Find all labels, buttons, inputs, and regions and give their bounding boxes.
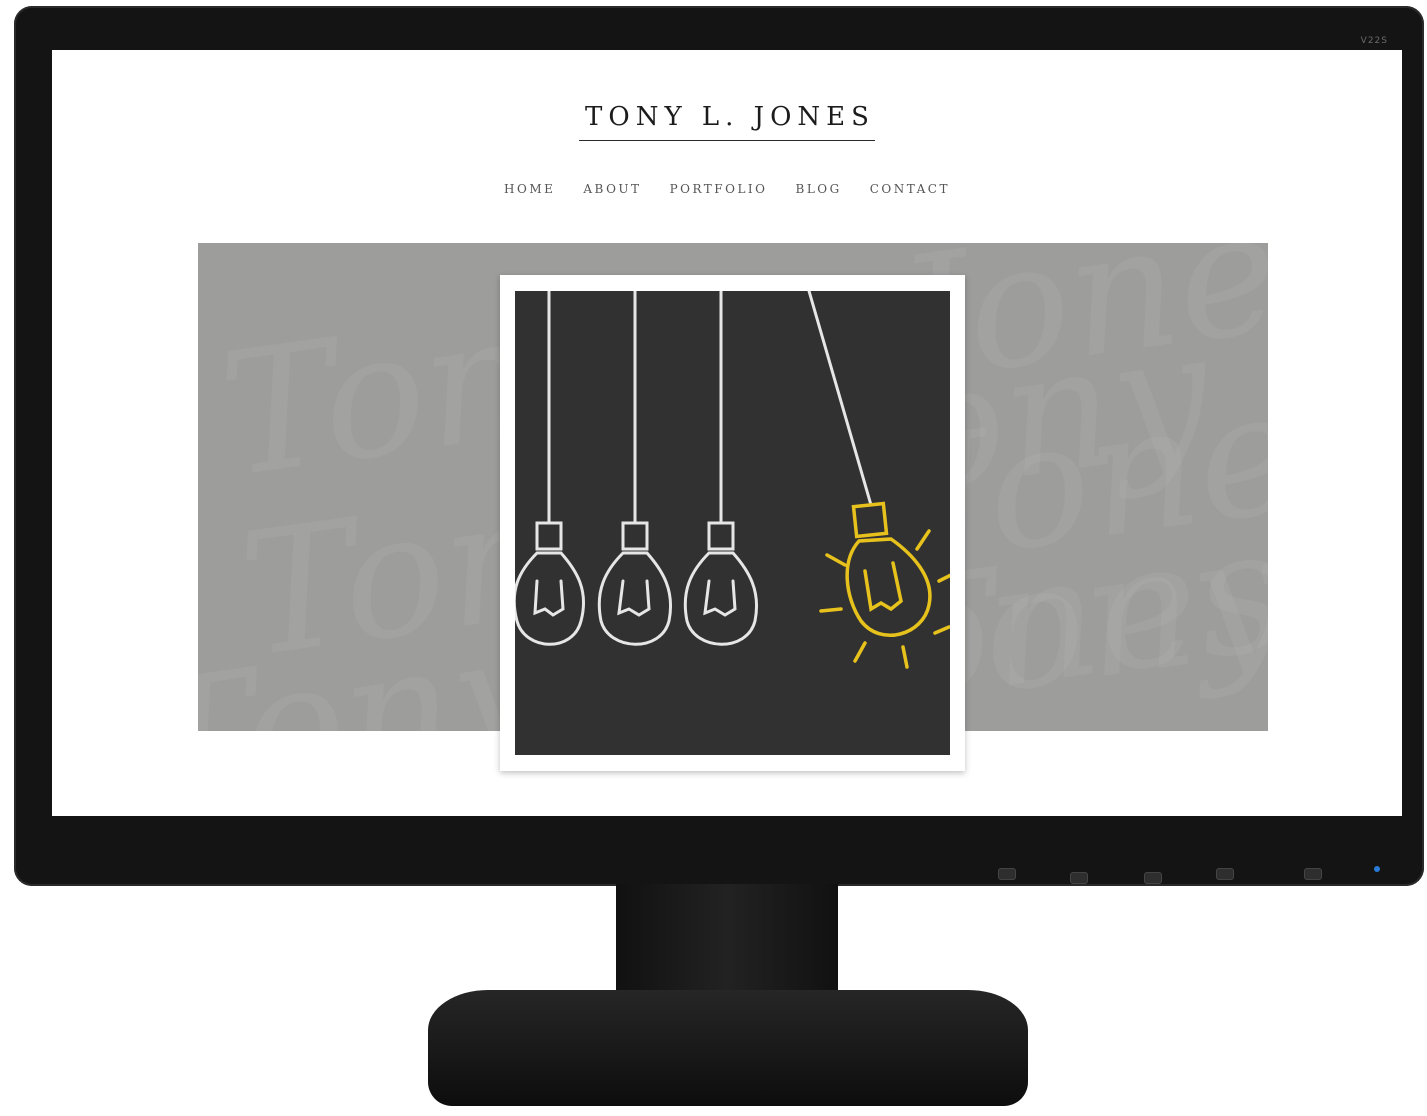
bulb-socket — [535, 521, 563, 551]
bulb-cord — [807, 291, 873, 507]
light-ray — [933, 625, 950, 635]
nav-about[interactable]: ABOUT — [583, 182, 641, 196]
bulb-outline — [515, 551, 586, 646]
light-ray — [901, 645, 909, 669]
bulb-filament — [703, 579, 737, 617]
screen: TONY L. JONES HOME ABOUT PORTFOLIO BLOG … — [52, 50, 1402, 816]
nav-portfolio[interactable]: PORTFOLIO — [670, 182, 768, 196]
power-led — [1374, 866, 1380, 872]
lightbulbs-illustration — [515, 291, 950, 669]
monitor-model-label: V22S — [1360, 36, 1388, 46]
light-ray — [819, 607, 843, 613]
bulb-filament-lit — [863, 561, 903, 612]
bulb-outline — [683, 551, 758, 646]
monitor-stand-base — [428, 990, 1028, 1106]
bulb-filament — [617, 579, 651, 617]
main-nav: HOME ABOUT PORTFOLIO BLOG CONTACT — [52, 182, 1402, 196]
bulb-socket — [621, 521, 649, 551]
bulb-outline-lit — [845, 537, 932, 637]
plus-button[interactable] — [1144, 872, 1162, 884]
nav-contact[interactable]: CONTACT — [870, 182, 950, 196]
bulb-socket — [707, 521, 735, 551]
power-button[interactable] — [1304, 868, 1322, 880]
light-ray — [915, 529, 931, 551]
nav-blog[interactable]: BLOG — [796, 182, 842, 196]
light-ray — [937, 573, 950, 583]
bulb-filament — [533, 579, 565, 617]
minus-button[interactable] — [1070, 872, 1088, 884]
site-title: TONY L. JONES — [52, 95, 1402, 141]
monitor-bezel: V22S TONY L. JONES HOME ABOUT PORTFOLIO … — [14, 6, 1424, 886]
nav-home[interactable]: HOME — [504, 182, 555, 196]
bulb-outline — [597, 551, 672, 646]
light-ray — [853, 641, 867, 663]
lightbulbs-chalkboard-icon — [515, 291, 950, 755]
featured-image-frame[interactable] — [500, 275, 965, 771]
light-ray — [825, 553, 847, 567]
site-title-text[interactable]: TONY L. JONES — [579, 102, 875, 141]
ok-button[interactable] — [1216, 868, 1234, 880]
menu-button[interactable] — [998, 868, 1016, 880]
bulb-socket-lit — [851, 501, 889, 539]
